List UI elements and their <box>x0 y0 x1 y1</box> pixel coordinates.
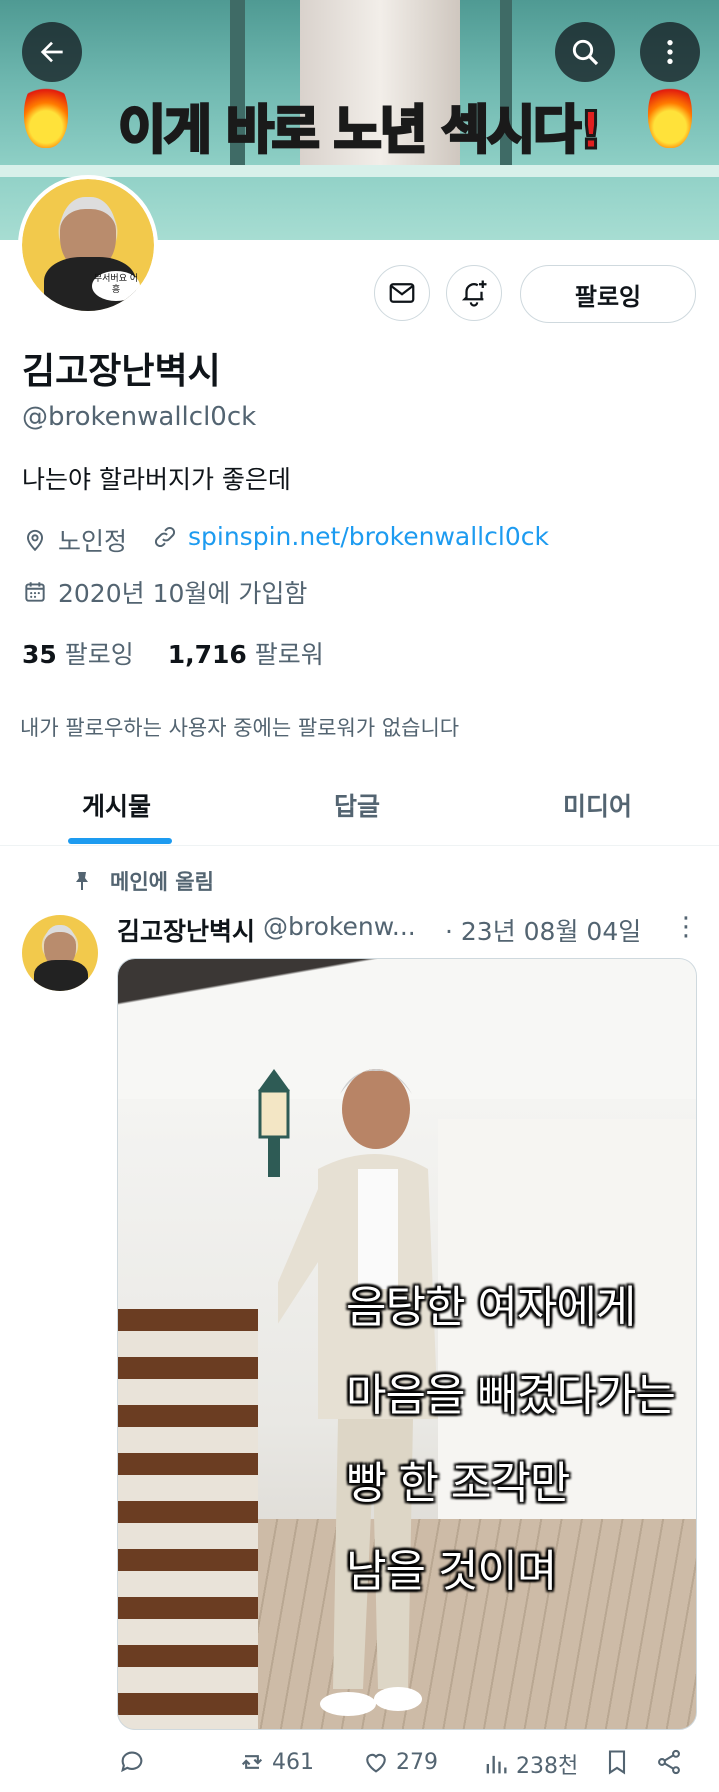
following-count: 35 <box>22 640 57 669</box>
photo-railing <box>118 1309 258 1729</box>
followers-label: 팔로워 <box>254 640 324 669</box>
like-button[interactable]: 279 <box>362 1748 438 1776</box>
website-row[interactable]: spinspin.net/brokenwallcl0ck <box>152 522 549 551</box>
tab-posts[interactable]: 게시물 <box>82 787 151 823</box>
mutual-followers-note: 내가 팔로우하는 사용자 중에는 팔로워가 없습니다 <box>20 716 460 740</box>
joined-row: 2020년 10월에 가입함 <box>22 574 307 610</box>
tweet-date[interactable]: · 23년 08월 04일 <box>445 912 641 948</box>
views-count: 238천 <box>516 1754 579 1779</box>
mail-icon <box>389 283 415 303</box>
joined-text: 2020년 10월에 가입함 <box>58 579 308 608</box>
pinned-indicator: 메인에 올림 <box>70 866 214 896</box>
tweet-avatar[interactable] <box>22 915 98 991</box>
followers-count: 1,716 <box>167 640 247 669</box>
back-button[interactable] <box>22 22 82 82</box>
followers-stat[interactable]: 1,716 팔로워 <box>168 640 324 669</box>
share-icon <box>658 1749 680 1775</box>
reply-button[interactable] <box>118 1748 152 1776</box>
avatar-bubble: 무서버요 어흥 <box>92 271 140 301</box>
following-label: 팔로잉 <box>64 640 134 669</box>
retweet-icon <box>241 1755 263 1769</box>
profile-tabs: 게시물 답글 미디어 <box>0 765 719 846</box>
search-icon <box>572 39 599 66</box>
active-tab-indicator <box>68 838 172 844</box>
profile-avatar[interactable]: 무서버요 어흥 <box>18 175 158 315</box>
image-caption: 음탕한 여자에게 마음을 빼겼다가는 빵 한 조각만 남을 것이며 <box>346 1264 676 1616</box>
calendar-icon <box>25 582 45 602</box>
share-button[interactable] <box>655 1748 683 1776</box>
caption-line: 음탕한 여자에게 <box>346 1282 636 1333</box>
following-stat[interactable]: 35 팔로잉 <box>22 640 134 669</box>
caption-line: 빵 한 조각만 <box>346 1458 570 1509</box>
banner-title-part2: 노년 섹시다! <box>332 100 604 163</box>
search-button[interactable] <box>555 22 615 82</box>
location-text: 노인정 <box>58 527 128 556</box>
tweet-more-button[interactable]: ⋮ <box>673 912 699 942</box>
more-vertical-icon <box>667 40 673 64</box>
caption-line: 마음을 빼겼다가는 <box>346 1370 676 1421</box>
message-button[interactable] <box>374 265 430 321</box>
bookmark-icon <box>608 1750 626 1775</box>
follow-stats: 35 팔로잉 1,716 팔로워 <box>22 635 324 671</box>
tweet-author-name[interactable]: 김고장난벽시 <box>117 912 255 948</box>
banner-title: 이게 바로 노년 섹시다! <box>0 88 719 163</box>
pin-icon <box>76 872 88 890</box>
reply-icon <box>121 1751 143 1773</box>
banner-band <box>0 165 719 177</box>
views-button[interactable]: 238천 <box>482 1748 578 1780</box>
tab-media[interactable]: 미디어 <box>563 787 632 823</box>
link-icon <box>154 526 176 547</box>
location-row: 노인정 <box>22 522 127 558</box>
display-name: 김고장난벽시 <box>22 351 221 392</box>
retweet-button[interactable]: 461 <box>238 1748 314 1776</box>
pinned-label: 메인에 올림 <box>110 870 214 894</box>
website-link[interactable]: spinspin.net/brokenwallcl0ck <box>188 522 549 551</box>
bell-plus-icon <box>461 280 487 307</box>
avatar-image: 무서버요 어흥 <box>22 179 154 311</box>
notifications-button[interactable] <box>446 265 502 321</box>
arrow-left-icon <box>40 41 63 63</box>
bookmark-button[interactable] <box>603 1748 631 1776</box>
location-pin-icon <box>26 529 44 552</box>
user-handle: @brokenwallcl0ck <box>22 402 257 432</box>
bio-text: 나는야 할라버지가 좋은데 <box>22 465 291 494</box>
banner-title-part1: 이게 바로 <box>117 100 334 163</box>
following-button[interactable]: 팔로잉 <box>520 265 696 323</box>
tweet-header: 김고장난벽시 @brokenw... <box>117 912 416 948</box>
tweet-avatar-suit <box>34 960 88 991</box>
retweet-count: 461 <box>272 1749 314 1775</box>
tab-replies[interactable]: 답글 <box>334 787 380 823</box>
views-chart-icon <box>486 1755 507 1774</box>
more-button[interactable] <box>640 22 700 82</box>
tweet-image[interactable]: 음탕한 여자에게 마음을 빼겼다가는 빵 한 조각만 남을 것이며 <box>117 958 697 1730</box>
caption-line: 남을 것이며 <box>346 1546 557 1597</box>
like-count: 279 <box>396 1749 438 1775</box>
tweet-author-handle[interactable]: @brokenw... <box>263 912 416 948</box>
heart-icon <box>366 1753 386 1773</box>
tweet-actions: 461 279 238천 <box>0 1748 719 1788</box>
